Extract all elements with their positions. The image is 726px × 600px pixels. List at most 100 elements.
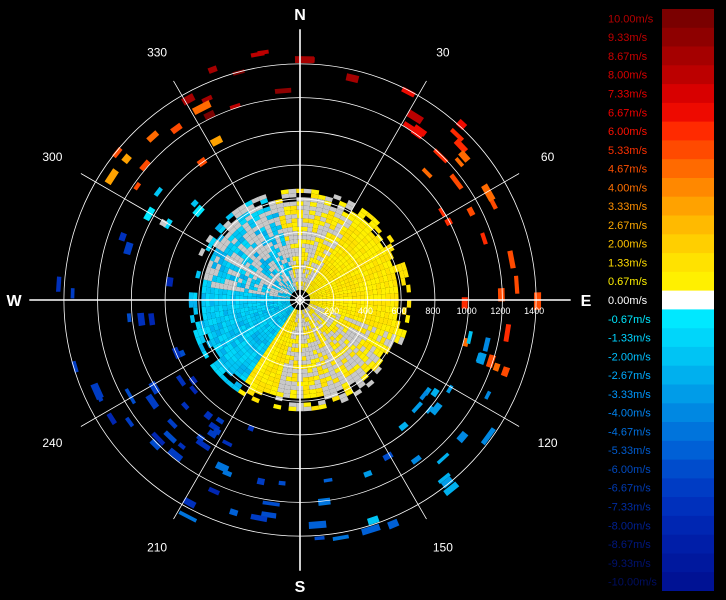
velocity-cell	[278, 480, 286, 486]
velocity-cell	[252, 293, 257, 297]
velocity-cell	[466, 206, 476, 217]
colorbar-label: 8.67m/s	[608, 51, 648, 63]
velocity-cell	[284, 210, 291, 216]
velocity-cell	[302, 360, 307, 365]
colorbar-swatch	[662, 178, 714, 198]
velocity-cell	[381, 300, 386, 306]
velocity-cell	[290, 385, 297, 391]
velocity-cell	[385, 300, 391, 307]
velocity-cell	[232, 69, 245, 76]
velocity-cell	[239, 291, 244, 297]
velocity-cell	[294, 347, 299, 353]
velocity-cell	[373, 294, 378, 300]
colorbar-label: -7.33m/s	[608, 502, 651, 514]
velocity-cell	[288, 406, 297, 412]
colorbar-label: -1.33m/s	[608, 333, 651, 345]
velocity-cell	[286, 222, 293, 228]
velocity-cell	[201, 293, 206, 300]
colorbar-swatch	[662, 422, 714, 442]
velocity-cell	[406, 300, 412, 308]
velocity-cell	[153, 186, 163, 197]
colorbar-swatch	[662, 253, 714, 273]
colorbar-label: 0.00m/s	[608, 295, 648, 307]
velocity-cell	[223, 310, 229, 317]
velocity-cell	[181, 401, 190, 411]
velocity-cell	[360, 291, 365, 296]
velocity-cell	[182, 497, 197, 509]
velocity-cell	[309, 201, 318, 207]
velocity-cell	[401, 86, 416, 98]
velocity-cell	[302, 239, 307, 244]
velocity-cell	[302, 226, 308, 232]
velocity-cell	[305, 239, 311, 245]
velocity-cell	[356, 291, 361, 297]
colorbar-label: -4.67m/s	[608, 426, 651, 438]
velocity-cell	[285, 218, 292, 224]
bearing-label: 120	[538, 436, 558, 450]
velocity-cell	[288, 193, 297, 198]
velocity-cell	[123, 241, 134, 256]
velocity-cell	[289, 201, 297, 207]
colorbar-label: 6.67m/s	[608, 107, 648, 119]
colorbar-label: 9.33m/s	[608, 32, 648, 44]
velocity-cell	[207, 486, 220, 496]
velocity-cell	[252, 303, 257, 307]
velocity-cell	[302, 235, 307, 240]
velocity-cell	[229, 102, 241, 110]
velocity-cell	[218, 288, 224, 295]
velocity-cell	[218, 305, 224, 312]
velocity-cell	[377, 300, 382, 306]
velocity-cell	[295, 260, 299, 265]
velocity-cell	[466, 330, 473, 345]
velocity-cell	[332, 534, 350, 541]
colorbar-label: -6.67m/s	[608, 483, 651, 495]
velocity-cell	[295, 343, 299, 348]
velocity-cell	[305, 355, 311, 361]
velocity-cell	[148, 313, 156, 326]
velocity-cell	[308, 380, 315, 386]
colorbar-swatch	[662, 346, 714, 367]
velocity-cell	[404, 314, 411, 324]
velocity-cell	[301, 252, 305, 257]
velocity-cell	[235, 286, 241, 292]
velocity-cell	[306, 235, 312, 241]
velocity-cell	[192, 300, 198, 308]
velocity-cell	[301, 260, 305, 265]
velocity-cell	[214, 300, 219, 306]
velocity-cell	[385, 293, 391, 300]
velocity-cell	[307, 227, 313, 232]
velocity-cell	[305, 351, 310, 357]
velocity-cell	[394, 293, 399, 300]
velocity-cell	[145, 393, 160, 410]
velocity-cell	[178, 510, 198, 523]
velocity-cell	[309, 210, 316, 216]
velocity-cell	[301, 243, 306, 248]
velocity-cell	[456, 430, 469, 444]
velocity-cell	[235, 308, 241, 314]
colorbar-swatch	[662, 328, 714, 348]
radar-plot: N E S W 30 60 120 150 210 240 300 330 200 400 600 800 10…	[7, 7, 592, 596]
velocity-cell	[303, 188, 312, 194]
colorbar-swatch	[662, 271, 714, 291]
velocity-cell	[291, 373, 298, 378]
velocity-cell	[251, 396, 260, 404]
velocity-cell	[188, 300, 194, 308]
velocity-cell	[343, 293, 348, 297]
velocity-cell	[303, 389, 310, 395]
velocity-cell	[311, 405, 320, 411]
bearing-label: 30	[436, 45, 450, 59]
velocity-cell	[307, 372, 314, 378]
velocity-cell	[482, 337, 491, 352]
velocity-cell	[389, 286, 395, 294]
velocity-cell	[307, 222, 314, 228]
range-label: 1400	[524, 306, 544, 316]
velocity-cell	[514, 275, 520, 294]
velocity-cell	[314, 536, 325, 541]
velocity-cell	[137, 312, 146, 327]
velocity-cell	[359, 286, 365, 292]
velocity-cell	[243, 303, 249, 308]
velocity-cell	[302, 214, 309, 219]
velocity-cell	[209, 293, 215, 300]
velocity-cell	[303, 402, 312, 407]
velocity-cell	[222, 305, 228, 311]
